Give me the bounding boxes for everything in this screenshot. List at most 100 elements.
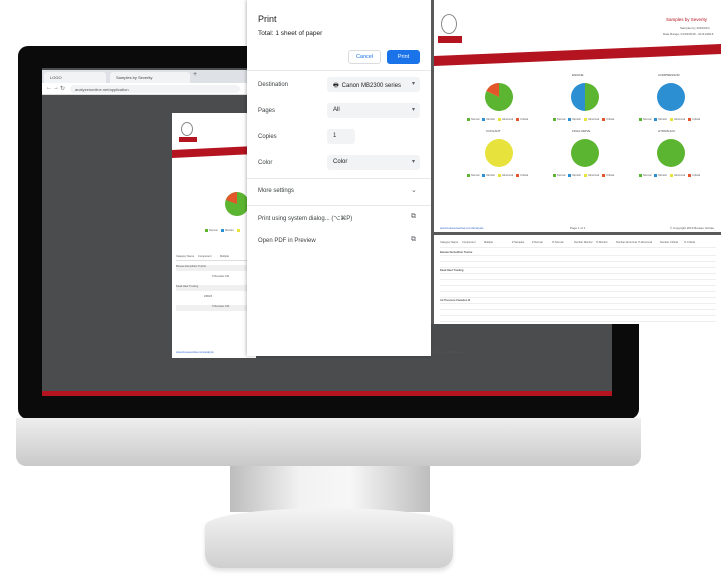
footer-copyright: © Copyright 2016 Bureau Veritas	[430, 351, 468, 354]
pie-label: ENGINE	[572, 73, 584, 77]
col-header: Number Monitor	[574, 241, 593, 244]
chart-legend: Normal Monitor Abnormal Critical	[636, 174, 700, 177]
monitor-stand	[205, 508, 453, 568]
severity-pie-chart	[571, 139, 599, 167]
chevron-down-icon: ▾	[411, 159, 415, 165]
sheet-count: Total: 1 sheet of paper	[258, 30, 323, 37]
report-meta: Samples by 2016/01/1	[680, 26, 710, 30]
col-header: Category Name	[440, 241, 459, 244]
col-header: Number Critical	[660, 241, 678, 244]
col-header: Multiple	[484, 241, 493, 244]
footer-page: Page 1 of 1	[570, 226, 586, 230]
report-title: Samples by Severity	[666, 17, 708, 22]
chevron-down-icon: ▾	[411, 81, 415, 87]
more-settings-toggle[interactable]: More settings	[258, 188, 294, 194]
copies-label: Copies	[258, 134, 277, 140]
severity-pie-chart	[657, 83, 685, 111]
new-tab-icon[interactable]: +	[193, 71, 203, 82]
screen-accent-line	[42, 391, 612, 396]
chart-legend: Normal Monitor Abnormal Critical	[464, 118, 528, 121]
forward-icon[interactable]: →	[53, 85, 59, 91]
severity-pie-chart	[657, 139, 685, 167]
page-break	[431, 232, 721, 235]
col-header: Category Name	[176, 255, 195, 258]
pie-label: FINAL DRIVE	[572, 129, 591, 133]
col-header: # Normal	[532, 241, 543, 244]
chart-legend: Normal Monitor	[202, 229, 241, 232]
red-swoosh-banner	[172, 146, 256, 158]
red-swoosh-banner	[434, 44, 721, 66]
severity-pie-chart	[485, 83, 513, 111]
chevron-down-icon[interactable]: ⌄	[411, 186, 417, 194]
pie-label: HYDRAULIC	[658, 129, 676, 133]
browser-tab-bar: LOGO Samples by Severity +	[42, 70, 252, 83]
table-row: Tribometer 1#1	[176, 305, 256, 311]
chart-legend: Normal Monitor Abnormal Critical	[550, 118, 614, 121]
reload-icon[interactable]: ↻	[60, 85, 65, 92]
table-header-row: Category Name Component Multiple # Samples #…	[440, 240, 716, 248]
external-link-icon[interactable]: ⧉	[411, 236, 416, 244]
preview-table: Category Name Component Multiple Bureau …	[176, 255, 256, 311]
divider	[247, 70, 431, 71]
browser-tab-active[interactable]: Samples by Severity	[110, 72, 190, 83]
back-icon[interactable]: ←	[46, 85, 52, 91]
table-row: Bureau Demolition Tractor	[176, 265, 256, 271]
chevron-down-icon: ▾	[411, 107, 415, 113]
table-row	[440, 316, 716, 322]
print-dialog: Print Total: 1 sheet of paper Cancel Pri…	[247, 0, 431, 356]
destination-select[interactable]: 🖶 Canon MB2300 series ▾	[327, 77, 420, 92]
report-date-range: Date Range: 01/01/2016 - 01/31/2016	[663, 32, 714, 36]
browser-address-bar: ← → ↻ analyzenonline.net/application	[42, 83, 252, 95]
footer-link[interactable]: www.bureauveritas.com/analysis	[176, 351, 214, 354]
col-header: % Monitor	[596, 241, 608, 244]
col-header: Multiple	[220, 255, 229, 258]
divider	[247, 205, 431, 206]
copies-input[interactable]: 1	[327, 129, 355, 144]
col-header: % Normal	[552, 241, 564, 244]
severity-pie-chart	[485, 139, 513, 167]
browser-tab[interactable]: LOGO	[44, 72, 106, 83]
system-dialog-link[interactable]: Print using system dialog... (⌥⌘P)	[258, 215, 352, 222]
color-label: Color	[258, 160, 273, 166]
footer-link[interactable]: www.bureauveritas.com/analysis	[440, 226, 484, 230]
logo-banner	[179, 137, 197, 142]
destination-label: Destination	[258, 82, 289, 88]
table-row: Dead Haul Truckng	[176, 285, 256, 291]
pie-label: COMPRESSOR	[658, 73, 680, 77]
col-header: # Samples	[512, 241, 525, 244]
color-select[interactable]: Color ▾	[327, 155, 420, 170]
tab-label: LOGO	[50, 75, 62, 80]
col-header: % Abnormal	[638, 241, 652, 244]
col-header: Number Abnormal	[616, 241, 637, 244]
footer-copyright: © Copyright 2016 Bureau Veritas	[670, 226, 714, 230]
pie-label: COOLANT	[486, 129, 501, 133]
col-header: Component	[198, 255, 212, 258]
chart-legend: Normal Monitor Abnormal Critical	[464, 174, 528, 177]
external-link-icon[interactable]: ⧉	[411, 213, 416, 221]
monitor-neck	[230, 466, 430, 512]
url-field[interactable]: analyzenonline.net/application	[70, 85, 240, 93]
pie-slice-abnormal	[485, 139, 513, 167]
pie-slice-normal	[585, 83, 599, 111]
monitor-chin	[16, 418, 641, 466]
pages-select[interactable]: All ▾	[327, 103, 420, 118]
bureau-veritas-logo	[181, 122, 193, 136]
printer-icon: 🖶	[333, 83, 339, 89]
chart-legend: Normal Monitor Abnormal Critical	[636, 118, 700, 121]
pie-slice-normal	[657, 139, 685, 167]
pie-slice-monitor	[657, 83, 685, 111]
table-row: ZZDZZ	[204, 295, 213, 298]
chart-legend: Normal Monitor Abnormal Critical	[550, 174, 614, 177]
bureau-veritas-logo	[441, 14, 457, 34]
open-pdf-link[interactable]: Open PDF in Preview	[258, 238, 316, 244]
pie-slice-monitor	[571, 83, 585, 111]
col-header: Component	[462, 241, 476, 244]
print-button[interactable]: Print	[387, 50, 420, 64]
cancel-button[interactable]: Cancel	[348, 50, 381, 64]
dialog-title: Print	[258, 14, 277, 24]
severity-pie-chart	[571, 83, 599, 111]
tab-label: Samples by Severity	[116, 75, 153, 80]
print-preview-page: Normal Monitor Category Name Component M…	[172, 113, 256, 358]
pages-label: Pages	[258, 108, 276, 114]
table-row: Tribometer 1#1	[212, 275, 230, 278]
